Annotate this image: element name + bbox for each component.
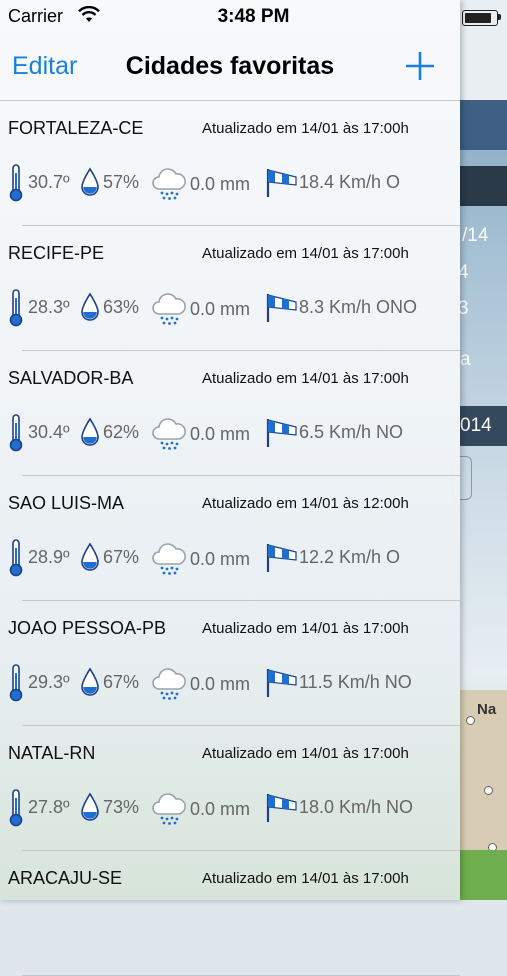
humidity-value: 67% (103, 672, 140, 692)
rain-value: 0.0 mm (190, 299, 251, 319)
thermometer-icon (9, 664, 23, 702)
humidity-drop-icon (81, 542, 99, 571)
background-logo (460, 100, 507, 150)
background-text-fragment: /14 (462, 225, 489, 246)
navigation-bar: Editar Cidades favoritas (0, 34, 460, 101)
city-name: JOAO PESSOA-PB (8, 618, 167, 638)
humidity-value: 73% (103, 797, 140, 817)
rain-cloud-icon (152, 668, 186, 700)
wind-value: 8.3 Km/h ONO (299, 297, 418, 317)
thermometer-icon (9, 414, 23, 452)
city-row[interactable]: RECIFE-PE Atualizado em 14/01 às 17:00h … (0, 226, 460, 351)
weather-metrics: 29.3º 67% 0.0 mm 11.5 Km/h NO (0, 663, 460, 703)
plus-icon (406, 52, 434, 80)
city-name: FORTALEZA-CE (8, 118, 144, 138)
humidity-drop-icon (81, 167, 99, 196)
humidity-value: 57% (103, 172, 140, 192)
humidity-drop-icon (81, 667, 99, 696)
rain-cloud-icon (152, 293, 186, 325)
city-name: RECIFE-PE (8, 243, 105, 263)
city-name: ARACAJU-SE (8, 868, 123, 888)
city-row[interactable]: NATAL-RN Atualizado em 14/01 às 17:00h 2… (0, 726, 460, 851)
temperature-value: 30.7º (28, 172, 70, 192)
temperature-value: 27.8º (28, 797, 70, 817)
map-marker (484, 786, 493, 795)
rain-cloud-icon (152, 418, 186, 450)
rain-value: 0.0 mm (190, 549, 251, 569)
temperature-value: 28.9º (28, 547, 70, 567)
background-grass (460, 850, 507, 900)
weather-metrics: 30.4º 62% 0.0 mm 6.5 Km/h NO (0, 413, 460, 453)
status-time: 3:48 PM (217, 6, 290, 27)
rain-value: 0.0 mm (190, 674, 251, 694)
temperature-value: 29.3º (28, 672, 70, 692)
city-name: NATAL-RN (8, 743, 96, 763)
thermometer-icon (9, 164, 23, 202)
city-row[interactable]: SALVADOR-BA Atualizado em 14/01 às 17:00… (0, 351, 460, 476)
rain-cloud-icon (152, 168, 186, 200)
rain-value: 0.0 mm (190, 424, 251, 444)
city-row[interactable]: ARACAJU-SE Atualizado em 14/01 às 17:00h (0, 851, 460, 976)
weather-metrics: 30.7º 57% 0.0 mm 18.4 Km/h O (0, 163, 460, 203)
rain-cloud-icon (152, 543, 186, 575)
wind-sock-icon (266, 169, 297, 197)
rain-value: 0.0 mm (190, 174, 251, 194)
favorites-drawer: Carrier 3:48 PM Editar Cidades favoritas… (0, 0, 460, 976)
updated-timestamp: Atualizado em 14/01 às 17:00h (202, 120, 409, 137)
humidity-value: 62% (103, 422, 140, 442)
humidity-drop-icon (81, 792, 99, 821)
weather-metrics: 28.3º 63% 0.0 mm 8.3 Km/h ONO (0, 288, 460, 328)
wind-sock-icon (266, 419, 297, 447)
favorite-cities-list: FORTALEZA-CE Atualizado em 14/01 às 17:0… (0, 101, 460, 976)
wind-value: 6.5 Km/h NO (299, 422, 404, 442)
wind-value: 18.4 Km/h O (299, 172, 401, 192)
weather-metrics: 27.8º 73% 0.0 mm 18.0 Km/h NO (0, 788, 460, 828)
rain-cloud-icon (152, 793, 186, 825)
rain-value: 0.0 mm (190, 799, 251, 819)
weather-metrics: 28.9º 67% 0.0 mm 12.2 Km/h O (0, 538, 460, 578)
background-text-fragment: a (460, 349, 471, 370)
updated-timestamp: Atualizado em 14/01 às 17:00h (202, 745, 409, 762)
city-name: SALVADOR-BA (8, 368, 134, 388)
wind-sock-icon (266, 294, 297, 322)
city-row[interactable]: SAO LUIS-MA Atualizado em 14/01 às 12:00… (0, 476, 460, 601)
wind-value: 12.2 Km/h O (299, 547, 401, 567)
city-row[interactable]: JOAO PESSOA-PB Atualizado em 14/01 às 17… (0, 601, 460, 726)
thermometer-icon (9, 539, 23, 577)
humidity-value: 63% (103, 297, 140, 317)
wind-value: 11.5 Km/h NO (299, 672, 412, 692)
map-marker (466, 716, 475, 725)
page-title: Cidades favoritas (125, 52, 335, 80)
temperature-value: 28.3º (28, 297, 70, 317)
wind-value: 18.0 Km/h NO (299, 797, 414, 817)
city-name: SAO LUIS-MA (8, 493, 125, 513)
updated-timestamp: Atualizado em 14/01 às 17:00h (202, 370, 409, 387)
updated-timestamp: Atualizado em 14/01 às 17:00h (202, 870, 409, 887)
add-city-button[interactable] (402, 48, 438, 84)
wind-sock-icon (266, 669, 297, 697)
humidity-value: 67% (103, 547, 140, 567)
temperature-value: 30.4º (28, 422, 70, 442)
updated-timestamp: Atualizado em 14/01 às 17:00h (202, 245, 409, 262)
background-header-strip (460, 166, 507, 206)
updated-timestamp: Atualizado em 14/01 às 17:00h (202, 620, 409, 637)
map-label: Na (477, 701, 497, 718)
humidity-drop-icon (81, 417, 99, 446)
updated-timestamp: Atualizado em 14/01 às 12:00h (202, 495, 409, 512)
wind-sock-icon (266, 794, 297, 822)
thermometer-icon (9, 789, 23, 827)
wind-sock-icon (266, 544, 297, 572)
humidity-drop-icon (81, 292, 99, 321)
thermometer-icon (9, 289, 23, 327)
city-row[interactable]: FORTALEZA-CE Atualizado em 14/01 às 17:0… (0, 101, 460, 226)
background-date-text: 014 (460, 415, 492, 436)
